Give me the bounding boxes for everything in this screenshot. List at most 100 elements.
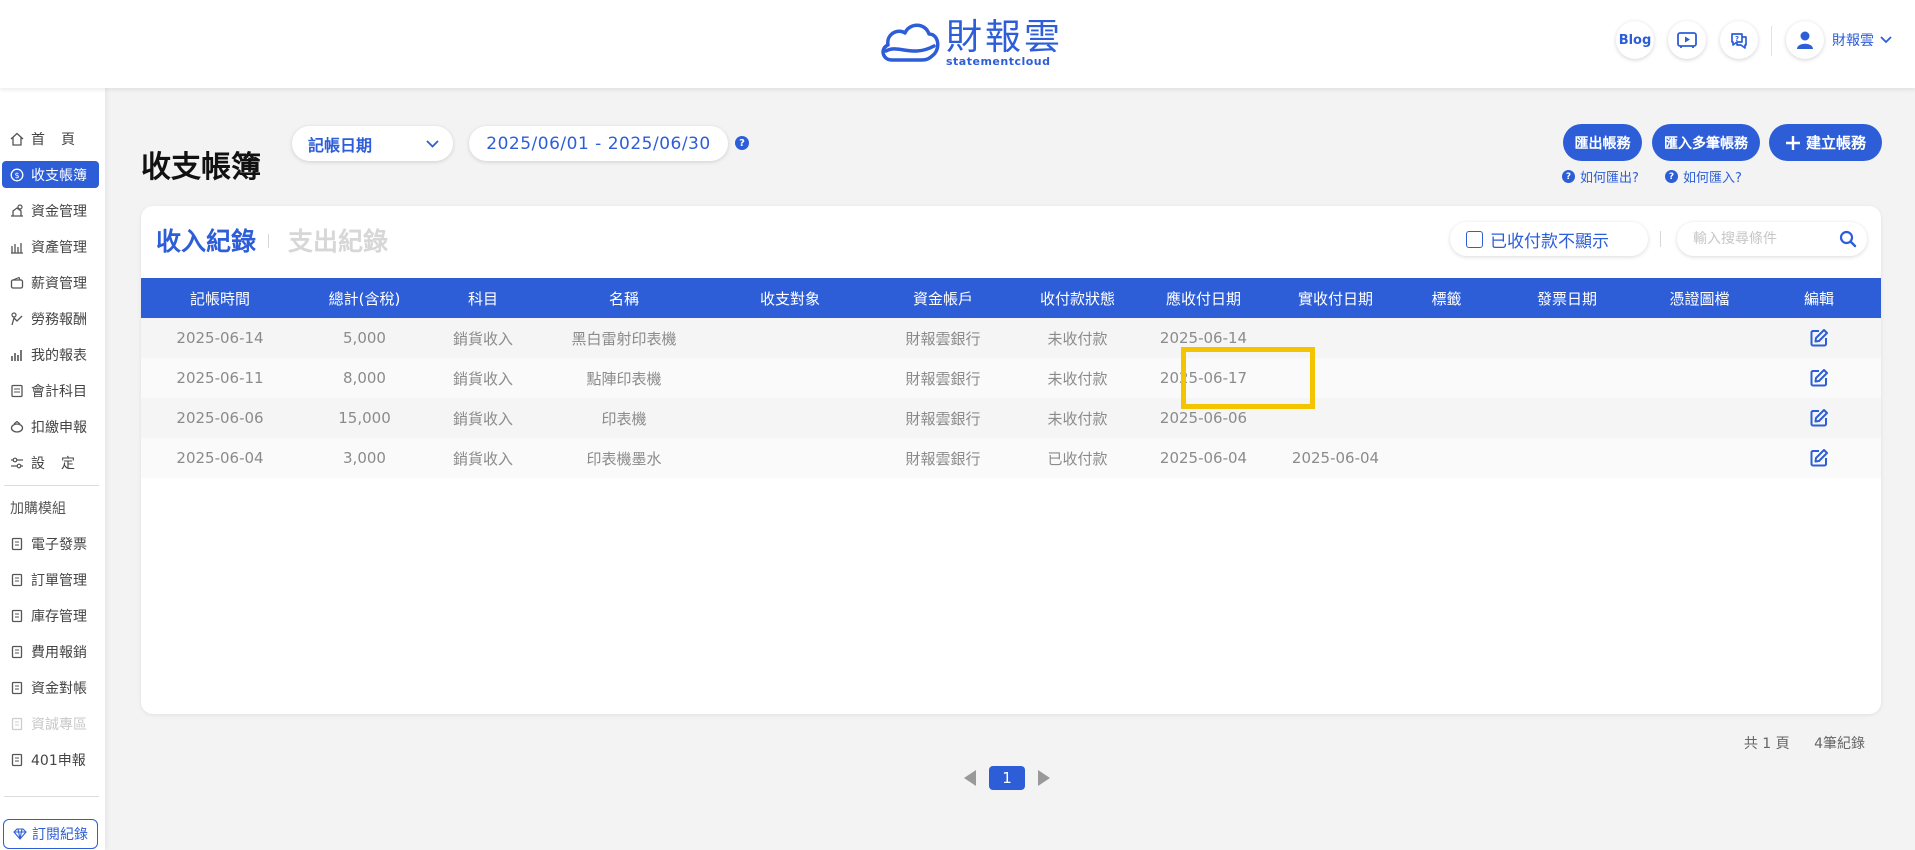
- sidebar-item-e-invoice[interactable]: 電子發票: [2, 530, 99, 557]
- cell-subject: 銷貨收入: [430, 438, 536, 478]
- create-entry-button[interactable]: 建立帳務: [1769, 124, 1882, 161]
- subscription-record-button[interactable]: 訂閱紀錄: [3, 819, 98, 849]
- sidebar-item-accounting-subjects[interactable]: 會計科目: [2, 377, 99, 404]
- plus-icon: [1785, 135, 1800, 150]
- diamond-icon: [13, 828, 27, 840]
- column-header[interactable]: 實收付日期: [1270, 278, 1401, 318]
- column-header[interactable]: 總計(含稅): [299, 278, 430, 318]
- cell-receipt-file: [1642, 358, 1757, 398]
- column-header[interactable]: 資金帳戶: [868, 278, 1018, 318]
- column-header[interactable]: 憑證圖檔: [1642, 278, 1757, 318]
- cell-fund-account: 財報雲銀行: [868, 318, 1018, 358]
- tab-income-records[interactable]: 收入紀錄: [156, 222, 256, 258]
- date-type-value: 記帳日期: [308, 135, 373, 155]
- sidebar-item-label: 401申報: [31, 752, 86, 769]
- column-header[interactable]: 標籤: [1401, 278, 1492, 318]
- column-header[interactable]: 科目: [430, 278, 536, 318]
- cell-fund-account: 財報雲銀行: [868, 398, 1018, 438]
- sidebar-item-label: 會計科目: [31, 383, 87, 400]
- date-help-icon[interactable]: ?: [735, 136, 749, 150]
- edit-icon[interactable]: [1809, 368, 1829, 388]
- hide-paid-checkbox[interactable]: 已收付款不顯示: [1450, 222, 1648, 256]
- edit-icon[interactable]: [1809, 328, 1829, 348]
- cell-edit: [1757, 358, 1881, 398]
- edit-icon[interactable]: [1809, 448, 1829, 468]
- logo[interactable]: 財報雲 statementcloud: [878, 18, 1063, 68]
- column-header[interactable]: 名稱: [536, 278, 712, 318]
- date-range-value: 2025/06/01 - 2025/06/30: [486, 133, 711, 154]
- search-input[interactable]: [1693, 231, 1833, 247]
- column-header[interactable]: 發票日期: [1492, 278, 1642, 318]
- table-row[interactable]: 2025-06-14 5,000 銷貨收入 黑白雷射印表機 財報雲銀行 未收付款…: [141, 318, 1881, 358]
- table-row[interactable]: 2025-06-06 15,000 銷貨收入 印表機 財報雲銀行 未收付款 20…: [141, 398, 1881, 438]
- video-tutorial-button[interactable]: [1668, 21, 1706, 59]
- how-to-import-link[interactable]: ? 如何匯入?: [1665, 167, 1742, 186]
- sidebar-item-label: 電子發票: [31, 536, 87, 553]
- tab-expense-records[interactable]: 支出紀錄: [288, 222, 388, 258]
- search-box: [1677, 222, 1867, 256]
- column-header[interactable]: 收支對象: [712, 278, 868, 318]
- prev-page-icon[interactable]: [964, 770, 976, 786]
- avatar[interactable]: [1786, 21, 1824, 59]
- chevron-down-icon: [426, 139, 439, 148]
- table-row[interactable]: 2025-06-04 3,000 銷貨收入 印表機墨水 財報雲銀行 已收付款 2…: [141, 438, 1881, 478]
- edit-icon[interactable]: [1809, 408, 1829, 428]
- cell-counterparty: [712, 358, 868, 398]
- cell-counterparty: [712, 318, 868, 358]
- cell-invoice-date: [1492, 438, 1642, 478]
- sidebar-item-order-management[interactable]: 訂單管理: [2, 566, 99, 593]
- cell-record-date: 2025-06-06: [141, 398, 299, 438]
- user-menu[interactable]: 財報雲: [1786, 21, 1892, 59]
- cell-invoice-date: [1492, 398, 1642, 438]
- sidebar-item-labor-compensation[interactable]: 勞務報酬: [2, 305, 99, 332]
- sidebar-item-settings[interactable]: 設定: [2, 449, 99, 476]
- highlight-box: [1181, 347, 1315, 409]
- sidebar-item-label: 扣繳申報: [31, 419, 87, 436]
- column-header[interactable]: 應收付日期: [1137, 278, 1270, 318]
- sidebar-item-my-reports[interactable]: 我的報表: [2, 341, 99, 368]
- date-type-select[interactable]: 記帳日期: [292, 126, 453, 161]
- import-multiple-button[interactable]: 匯入多筆帳務: [1652, 124, 1760, 161]
- sidebar-item-label: 收支帳簿: [31, 167, 87, 184]
- chat-help-icon: ?: [1731, 33, 1747, 49]
- search-icon[interactable]: [1839, 230, 1857, 248]
- cell-due-date: 2025-06-04: [1137, 438, 1270, 478]
- cell-payment-status: 未收付款: [1018, 398, 1137, 438]
- total-records: 4筆紀錄: [1814, 736, 1865, 752]
- module-icon: [11, 645, 23, 658]
- column-header[interactable]: 記帳時間: [141, 278, 299, 318]
- cell-subject: 銷貨收入: [430, 358, 536, 398]
- home-icon: [10, 132, 24, 146]
- table-row[interactable]: 2025-06-11 8,000 銷貨收入 點陣印表機 財報雲銀行 未收付款 2…: [141, 358, 1881, 398]
- sidebar-item-label: 首頁: [31, 131, 91, 148]
- support-chat-button[interactable]: ?: [1720, 21, 1758, 59]
- date-range-picker[interactable]: 2025/06/01 - 2025/06/30: [469, 126, 728, 161]
- video-book-icon: [1677, 32, 1697, 48]
- column-header[interactable]: 收付款狀態: [1018, 278, 1137, 318]
- sidebar-item-ledger[interactable]: $ 收支帳簿: [2, 161, 99, 188]
- sidebar-item-fund-management[interactable]: 資金管理: [2, 197, 99, 224]
- cell-record-date: 2025-06-04: [141, 438, 299, 478]
- export-button[interactable]: 匯出帳務: [1563, 124, 1642, 161]
- sidebar-item-home[interactable]: 首頁: [2, 125, 99, 152]
- help-icon: ?: [1665, 170, 1678, 183]
- page-number-current[interactable]: 1: [989, 766, 1025, 790]
- sidebar-item-withholding-filing[interactable]: 扣繳申報: [2, 413, 99, 440]
- sidebar-item-inventory-management[interactable]: 庫存管理: [2, 602, 99, 629]
- sidebar-item-payroll[interactable]: 薪資管理: [2, 269, 99, 296]
- sidebar-item-label: 費用報銷: [31, 644, 87, 661]
- sidebar-item-expense-reimbursement[interactable]: 費用報銷: [2, 638, 99, 665]
- sidebar-item-fund-reconciliation[interactable]: 資金對帳: [2, 674, 99, 701]
- cell-record-date: 2025-06-14: [141, 318, 299, 358]
- how-to-export-link[interactable]: ? 如何匯出?: [1562, 167, 1639, 186]
- sidebar-item-asset-management[interactable]: 資產管理: [2, 233, 99, 260]
- user-icon: [1797, 31, 1813, 49]
- checkbox-box[interactable]: [1466, 230, 1483, 248]
- blog-button[interactable]: Blog: [1616, 21, 1654, 59]
- cell-edit: [1757, 318, 1881, 358]
- sidebar-item-label: 薪資管理: [31, 275, 87, 292]
- table-header-row: 記帳時間 總計(含稅) 科目 名稱 收支對象 資金帳戶 收付款狀態 應收付日期 …: [141, 278, 1881, 318]
- next-page-icon[interactable]: [1038, 770, 1050, 786]
- top-header: 財報雲 statementcloud Blog ? 財報雲: [0, 0, 1915, 88]
- sidebar-item-401-filing[interactable]: 401申報: [2, 746, 99, 773]
